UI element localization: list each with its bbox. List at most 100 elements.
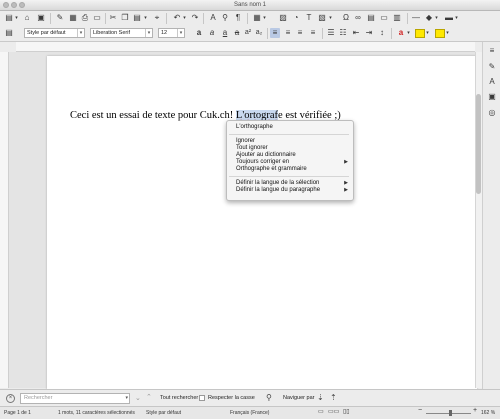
view-single-page-icon[interactable]: ▭ — [318, 409, 324, 415]
cut-icon[interactable]: ✂ — [108, 13, 118, 23]
insert-line-icon[interactable]: ― — [411, 13, 421, 23]
save-icon[interactable]: ▣ — [36, 13, 46, 23]
paste-icon[interactable]: ▤ — [132, 13, 142, 23]
word-count[interactable]: 1 mots, 11 caractères sélectionnés — [58, 410, 135, 416]
gallery-icon[interactable]: ▣ — [487, 92, 497, 102]
menu-item-suggestion[interactable]: L'orthographe — [236, 124, 273, 131]
paragraph-style-select[interactable]: Style par défaut ▾ — [24, 28, 85, 38]
insert-special-character-icon[interactable]: Ω — [341, 13, 351, 23]
italic-icon[interactable]: a — [207, 28, 217, 38]
basic-shapes-icon[interactable]: ◆ — [424, 13, 434, 23]
view-book-icon[interactable]: ▯▯ — [343, 409, 350, 415]
new-document-icon[interactable]: ▤ — [4, 13, 14, 23]
bold-icon[interactable]: a — [194, 28, 204, 38]
zoom-out-icon[interactable]: − — [418, 407, 422, 414]
navigator-icon[interactable]: ◎ — [487, 108, 497, 118]
menu-item-ignore-all[interactable]: Tout ignorer — [236, 145, 268, 152]
background-color-icon[interactable] — [435, 28, 445, 38]
edit-file-icon[interactable]: ✎ — [55, 13, 65, 23]
print-preview-icon[interactable]: ▭ — [92, 13, 102, 23]
navigate-down-icon[interactable]: ⇣ — [317, 393, 324, 402]
insert-chart-icon[interactable]: ◔ — [291, 13, 301, 23]
align-center-icon[interactable]: ≡ — [283, 28, 293, 38]
styles-icon[interactable]: ▤ — [4, 28, 14, 38]
print-icon[interactable]: ⎙ — [80, 13, 90, 23]
document-page[interactable] — [47, 56, 477, 396]
paste-dropdown-arrow-icon[interactable]: ▾ — [143, 13, 148, 23]
redo-icon[interactable]: ↷ — [190, 13, 200, 23]
align-justify-icon[interactable]: ≡ — [308, 28, 318, 38]
styles-sidebar-icon[interactable]: A — [487, 77, 497, 87]
decrease-indent-icon[interactable]: ⇤ — [351, 28, 361, 38]
highlight-dropdown-arrow-icon[interactable]: ▾ — [425, 28, 430, 38]
align-left-icon[interactable]: ≡ — [270, 28, 280, 38]
font-color-dropdown-arrow-icon[interactable]: ▾ — [406, 28, 411, 38]
find-previous-icon[interactable]: ⌄ — [135, 394, 141, 402]
horizontal-ruler[interactable] — [16, 42, 475, 52]
font-name-select[interactable]: Liberation Serif ▾ — [90, 28, 153, 38]
draw-dropdown-arrow-icon[interactable]: ▾ — [454, 13, 459, 23]
view-multi-page-icon[interactable]: ▭▭ — [328, 409, 339, 415]
bullet-list-icon[interactable]: ☰ — [326, 28, 336, 38]
find-replace-icon[interactable]: A — [208, 13, 218, 23]
match-case-checkbox[interactable] — [199, 395, 205, 401]
draw-functions-icon[interactable]: ▬ — [444, 13, 454, 23]
align-right-icon[interactable]: ≡ — [295, 28, 305, 38]
page-style[interactable]: Style par défaut — [146, 410, 181, 416]
insert-comment-icon[interactable]: ▭ — [379, 13, 389, 23]
numbered-list-icon[interactable]: ☷ — [338, 28, 348, 38]
menu-item-paragraph-language[interactable]: Définir la langue du paragraphe — [236, 187, 320, 194]
background-dropdown-arrow-icon[interactable]: ▾ — [445, 28, 450, 38]
insert-image-icon[interactable]: ▨ — [278, 13, 288, 23]
open-folder-icon[interactable]: ⌂ — [22, 13, 32, 23]
navigate-up-icon[interactable]: ⇡ — [330, 393, 337, 402]
spelling-icon[interactable]: ⚲ — [220, 13, 230, 23]
increase-indent-icon[interactable]: ⇥ — [364, 28, 374, 38]
menu-item-spelling-grammar[interactable]: Orthographe et grammaire — [236, 166, 307, 173]
find-all-button[interactable]: Tout rechercher — [160, 395, 198, 401]
clone-formatting-icon[interactable]: ⌖ — [152, 13, 162, 23]
find-next-icon[interactable]: ⌃ — [146, 393, 152, 401]
insert-table-icon[interactable]: ▦ — [252, 13, 262, 23]
menu-item-always-correct[interactable]: Toujours corriger en — [236, 159, 289, 166]
copy-icon[interactable]: ❐ — [120, 13, 130, 23]
undo-dropdown-arrow-icon[interactable]: ▾ — [182, 13, 187, 23]
close-find-icon[interactable]: × — [6, 394, 15, 403]
search-placeholder: Rechercher — [24, 395, 53, 401]
underline-icon[interactable]: a — [220, 28, 230, 38]
table-dropdown-arrow-icon[interactable]: ▾ — [262, 13, 267, 23]
export-pdf-icon[interactable]: ▦ — [68, 13, 78, 23]
vertical-scroll-thumb[interactable] — [476, 94, 481, 194]
font-size-select[interactable]: 12 ▾ — [158, 28, 185, 38]
line-spacing-icon[interactable]: ↕ — [377, 28, 387, 38]
language-status[interactable]: Français (France) — [230, 410, 269, 416]
zoom-in-icon[interactable]: + — [473, 407, 477, 414]
menu-item-selection-language[interactable]: Définir la langue de la sélection — [236, 180, 319, 187]
vertical-ruler[interactable] — [0, 52, 9, 388]
menu-item-ignore[interactable]: Ignorer — [236, 138, 255, 145]
superscript-icon[interactable]: a² — [243, 28, 253, 38]
font-color-icon[interactable]: a — [396, 28, 406, 38]
navigate-by-label: Naviguer par — [283, 395, 315, 401]
new-dropdown-arrow-icon[interactable]: ▾ — [14, 13, 19, 23]
zoom-slider-thumb[interactable] — [449, 410, 452, 416]
strikethrough-icon[interactable]: a — [232, 28, 242, 38]
find-replace-icon[interactable]: ⚲ — [266, 393, 272, 402]
menu-item-add-to-dictionary[interactable]: Ajouter au dictionnaire — [236, 152, 296, 159]
track-changes-icon[interactable]: ▥ — [392, 13, 402, 23]
formatting-marks-icon[interactable]: ¶ — [233, 13, 243, 23]
insert-hyperlink-icon[interactable]: ∞ — [353, 13, 363, 23]
page-count[interactable]: Page 1 de 1 — [4, 410, 31, 416]
insert-field-icon[interactable]: ▧ — [317, 13, 327, 23]
search-input[interactable]: Rechercher ▾ — [20, 393, 130, 404]
shapes-dropdown-arrow-icon[interactable]: ▾ — [434, 13, 439, 23]
field-dropdown-arrow-icon[interactable]: ▾ — [328, 13, 333, 23]
zoom-level[interactable]: 162 % — [481, 410, 495, 416]
insert-footnote-icon[interactable]: ▤ — [366, 13, 376, 23]
properties-icon[interactable]: ✎ — [487, 62, 497, 72]
insert-text-box-icon[interactable]: T — [304, 13, 314, 23]
sidebar-menu-icon[interactable]: ≡ — [487, 46, 497, 56]
subscript-icon[interactable]: a₂ — [254, 28, 264, 38]
highlighting-color-icon[interactable] — [415, 28, 425, 38]
undo-icon[interactable]: ↶ — [172, 13, 182, 23]
